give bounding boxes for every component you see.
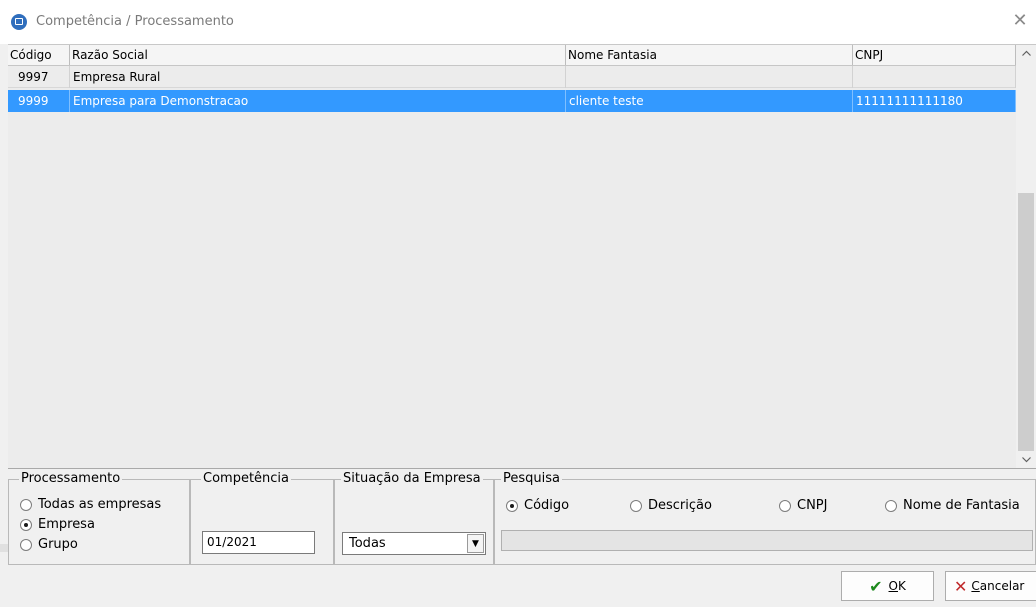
radio-unchecked-icon bbox=[885, 499, 897, 512]
window-edge-marker bbox=[0, 544, 8, 552]
radio-empresa[interactable]: Empresa bbox=[20, 517, 95, 532]
radio-nome-de-fantasia[interactable]: Nome de Fantasia bbox=[885, 498, 1020, 513]
close-button[interactable]: ✕ bbox=[1010, 12, 1030, 32]
cell-razao-social: Empresa Rural bbox=[70, 66, 566, 88]
column-header-cnpj[interactable]: CNPJ bbox=[853, 45, 1016, 65]
radio-descricao[interactable]: Descrição bbox=[630, 498, 712, 513]
group-label-competencia: Competência bbox=[201, 471, 292, 487]
column-header-codigo[interactable]: Código bbox=[8, 45, 70, 65]
grid-header: Código Razão Social Nome Fantasia CNPJ bbox=[8, 45, 1016, 66]
radio-checked-icon bbox=[506, 499, 518, 512]
cell-nome-fantasia: cliente teste bbox=[566, 90, 853, 112]
table-row-selected[interactable]: 9999 Empresa para Demonstracao cliente t… bbox=[8, 90, 1016, 112]
group-label-situacao: Situação da Empresa bbox=[341, 471, 483, 487]
filter-panel: Processamento Todas as empresas Empresa … bbox=[8, 468, 1036, 565]
radio-grupo[interactable]: Grupo bbox=[20, 537, 78, 552]
competencia-input[interactable]: 01/2021 bbox=[202, 531, 315, 554]
group-competencia: Competência 01/2021 bbox=[190, 471, 334, 565]
radio-unchecked-icon bbox=[630, 499, 642, 512]
group-label-pesquisa: Pesquisa bbox=[501, 471, 562, 487]
window-title: Competência / Processamento bbox=[36, 14, 234, 29]
group-situacao-empresa: Situação da Empresa Todas ▼ bbox=[334, 471, 494, 565]
title-bar: Competência / Processamento ✕ bbox=[0, 0, 1036, 44]
radio-unchecked-icon bbox=[20, 498, 32, 511]
group-label-processamento: Processamento bbox=[19, 471, 123, 487]
group-pesquisa: Pesquisa Código Descrição CNPJ Nome de F… bbox=[494, 471, 1036, 565]
column-header-razao-social[interactable]: Razão Social bbox=[70, 45, 566, 65]
vertical-scrollbar[interactable] bbox=[1016, 45, 1036, 469]
cell-cnpj: 11111111111180 bbox=[853, 90, 1016, 112]
column-header-nome-fantasia[interactable]: Nome Fantasia bbox=[566, 45, 853, 65]
cell-codigo: 9997 bbox=[8, 66, 70, 88]
radio-codigo[interactable]: Código bbox=[506, 498, 569, 513]
scroll-up-icon[interactable] bbox=[1016, 45, 1036, 62]
situacao-select[interactable]: Todas ▼ bbox=[342, 532, 486, 555]
cell-codigo: 9999 bbox=[8, 90, 70, 112]
radio-checked-icon bbox=[20, 518, 32, 531]
company-grid[interactable]: Código Razão Social Nome Fantasia CNPJ 9… bbox=[8, 44, 1036, 469]
scroll-down-icon[interactable] bbox=[1016, 452, 1036, 469]
group-processamento: Processamento Todas as empresas Empresa … bbox=[8, 471, 190, 565]
radio-unchecked-icon bbox=[779, 499, 791, 512]
situacao-selected-value: Todas bbox=[349, 536, 386, 551]
cell-cnpj bbox=[853, 66, 1016, 88]
ok-button[interactable]: ✔ OK bbox=[841, 571, 934, 601]
search-input[interactable] bbox=[501, 530, 1033, 551]
cancel-x-icon: ✕ bbox=[954, 576, 968, 596]
checkmark-icon: ✔ bbox=[869, 576, 883, 596]
table-row[interactable]: 9997 Empresa Rural bbox=[8, 66, 1016, 88]
radio-cnpj[interactable]: CNPJ bbox=[779, 498, 827, 513]
chevron-down-icon[interactable]: ▼ bbox=[467, 534, 484, 553]
radio-todas-as-empresas[interactable]: Todas as empresas bbox=[20, 497, 161, 512]
cell-nome-fantasia bbox=[566, 66, 853, 88]
cell-razao-social: Empresa para Demonstracao bbox=[70, 90, 566, 112]
scrollbar-thumb[interactable] bbox=[1018, 193, 1034, 451]
cancel-button[interactable]: ✕ Cancelar bbox=[945, 571, 1036, 601]
app-window-icon bbox=[11, 14, 27, 30]
radio-unchecked-icon bbox=[20, 538, 32, 551]
